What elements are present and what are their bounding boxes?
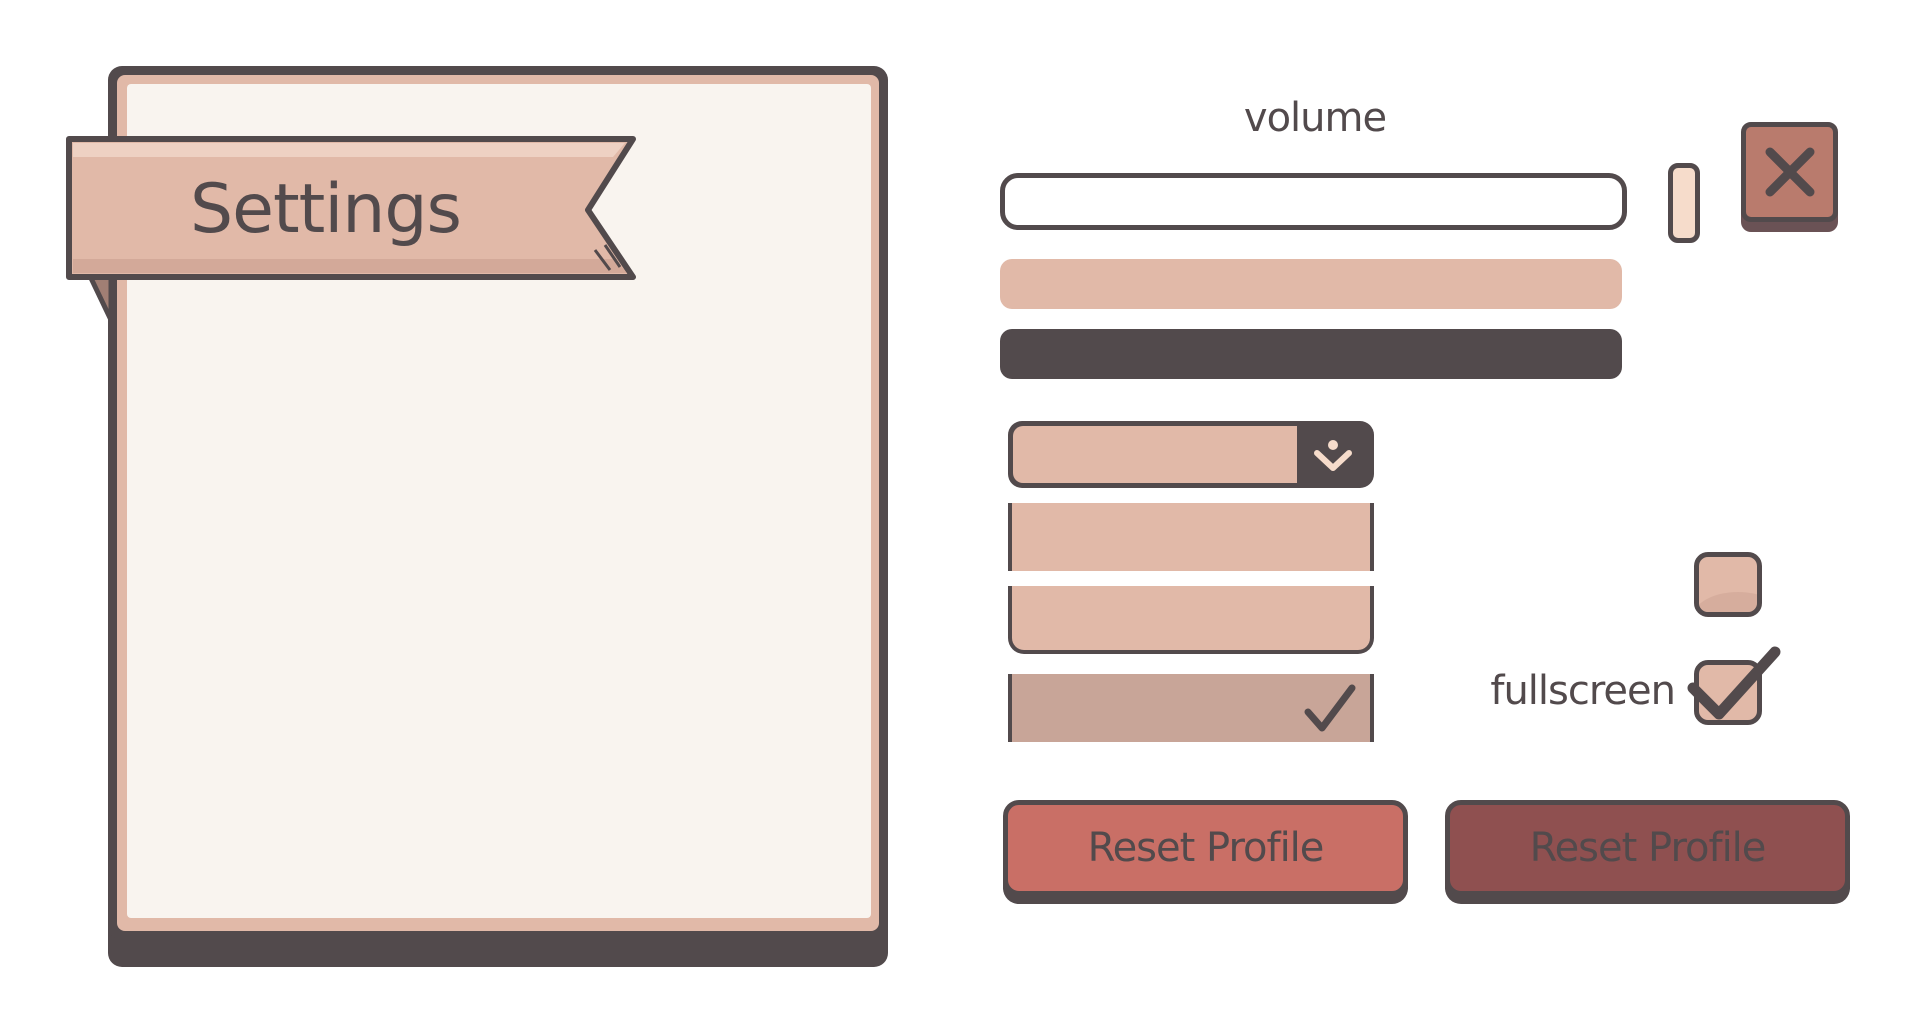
progress-bar-dark (1000, 329, 1622, 379)
close-button[interactable] (1741, 122, 1838, 222)
close-icon (1765, 147, 1814, 197)
dropdown-option[interactable] (1008, 586, 1374, 654)
dropdown-option[interactable] (1008, 503, 1374, 571)
volume-slider-handle[interactable] (1668, 163, 1700, 243)
reset-profile-button[interactable]: Reset Profile (1003, 800, 1408, 896)
checkmark-icon (1687, 646, 1781, 720)
dropdown-selected-value[interactable] (1013, 426, 1297, 483)
fullscreen-label: fullscreen (1490, 668, 1676, 714)
progress-bar-light (1000, 259, 1622, 309)
dropdown-toggle[interactable] (1297, 426, 1369, 483)
settings-title: Settings (190, 170, 462, 249)
volume-slider-track[interactable] (1000, 173, 1627, 230)
checkbox-unchecked[interactable] (1694, 552, 1762, 617)
checkmark-icon (1304, 684, 1356, 732)
reset-profile-button-pressed[interactable]: Reset Profile (1445, 800, 1850, 896)
chevron-down-icon (1314, 439, 1352, 471)
volume-label: volume (1243, 95, 1387, 141)
